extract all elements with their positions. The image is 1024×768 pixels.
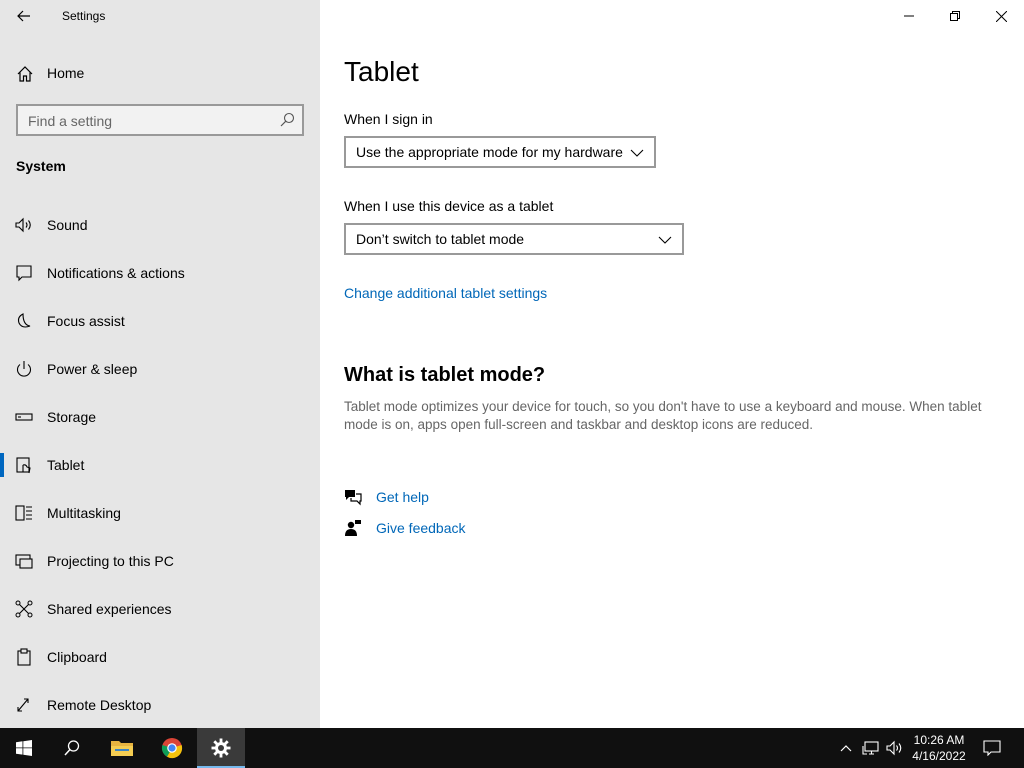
sidebar-item-remote-desktop[interactable]: Remote Desktop bbox=[0, 681, 320, 729]
sidebar-item-label: Remote Desktop bbox=[47, 697, 152, 713]
feedback-icon bbox=[345, 520, 361, 536]
speaker-icon bbox=[15, 217, 31, 233]
gear-icon bbox=[211, 738, 231, 758]
search-icon bbox=[280, 112, 295, 127]
action-center-button[interactable] bbox=[978, 728, 1006, 768]
sidebar-item-storage[interactable]: Storage bbox=[0, 393, 320, 441]
page-title: Tablet bbox=[344, 56, 419, 87]
dropdown-value: Use the appropriate mode for my hardware bbox=[356, 144, 623, 160]
search-icon bbox=[64, 740, 80, 756]
clock-time: 10:26 AM bbox=[913, 733, 965, 747]
sidebar-item-power-sleep[interactable]: Power & sleep bbox=[0, 345, 320, 393]
sign-in-label: When I sign in bbox=[344, 111, 433, 127]
start-button[interactable] bbox=[0, 728, 48, 768]
main-content: Tablet When I sign in Use the appropriat… bbox=[320, 0, 1024, 728]
chevron-up-icon bbox=[840, 745, 852, 752]
sidebar-item-sound[interactable]: Sound bbox=[0, 201, 320, 249]
sign-in-dropdown[interactable]: Use the appropriate mode for my hardware bbox=[344, 136, 656, 168]
restore-icon bbox=[950, 11, 960, 21]
sidebar-item-label: Power & sleep bbox=[47, 361, 138, 377]
give-feedback-label: Give feedback bbox=[376, 520, 466, 536]
file-explorer-button[interactable] bbox=[98, 728, 146, 768]
sidebar-nav: Sound Notifications & actions Focus assi… bbox=[0, 201, 320, 729]
clock[interactable]: 10:26 AM 4/16/2022 bbox=[900, 732, 978, 764]
network-button[interactable] bbox=[860, 728, 882, 768]
app-title: Settings bbox=[62, 9, 106, 23]
multitasking-icon bbox=[15, 505, 32, 521]
taskbar: 10:26 AM 4/16/2022 bbox=[0, 728, 1024, 768]
show-hidden-icons-button[interactable] bbox=[836, 728, 856, 768]
shared-experiences-icon bbox=[15, 600, 33, 618]
window-controls bbox=[886, 0, 1024, 32]
search-placeholder: Find a setting bbox=[28, 113, 113, 129]
chevron-down-icon bbox=[658, 236, 672, 244]
sidebar-item-label: Notifications & actions bbox=[47, 265, 185, 281]
windows-logo-icon bbox=[16, 740, 32, 756]
give-feedback-link[interactable]: Give feedback bbox=[344, 517, 544, 541]
get-help-label: Get help bbox=[376, 489, 429, 505]
close-icon bbox=[995, 10, 1007, 22]
notification-icon bbox=[16, 265, 32, 282]
dropdown-value: Don’t switch to tablet mode bbox=[356, 231, 525, 247]
home-icon bbox=[17, 66, 33, 82]
tablet-use-dropdown[interactable]: Don’t switch to tablet mode bbox=[344, 223, 684, 255]
sidebar-item-shared-experiences[interactable]: Shared experiences bbox=[0, 585, 320, 633]
settings-taskbar-button[interactable] bbox=[197, 728, 245, 768]
sidebar-item-label: Storage bbox=[47, 409, 97, 425]
network-icon bbox=[862, 741, 879, 755]
sidebar: Settings Home Find a setting System Soun… bbox=[0, 0, 320, 728]
sidebar-item-home[interactable]: Home bbox=[0, 56, 320, 90]
get-help-link[interactable]: Get help bbox=[344, 486, 544, 510]
search-taskbar-button[interactable] bbox=[48, 728, 96, 768]
chrome-icon bbox=[161, 738, 183, 759]
sidebar-item-label: Tablet bbox=[47, 457, 85, 473]
search-input[interactable]: Find a setting bbox=[16, 104, 304, 136]
sidebar-item-label: Sound bbox=[47, 217, 88, 233]
title-bar: Settings bbox=[0, 0, 320, 32]
sidebar-item-label: Multitasking bbox=[47, 505, 121, 521]
remote-desktop-icon bbox=[17, 698, 29, 712]
sidebar-item-label: Focus assist bbox=[47, 313, 125, 329]
sidebar-item-tablet[interactable]: Tablet bbox=[0, 441, 320, 489]
sidebar-item-projecting[interactable]: Projecting to this PC bbox=[0, 537, 320, 585]
tablet-use-label: When I use this device as a tablet bbox=[344, 198, 554, 214]
section-title: System bbox=[16, 158, 66, 174]
clock-date: 4/16/2022 bbox=[912, 749, 966, 763]
storage-icon bbox=[15, 413, 33, 421]
clipboard-icon bbox=[17, 648, 31, 666]
folder-icon bbox=[111, 741, 133, 756]
sidebar-item-focus-assist[interactable]: Focus assist bbox=[0, 297, 320, 345]
moon-icon bbox=[17, 313, 31, 328]
minimize-icon bbox=[904, 15, 914, 17]
help-chat-icon bbox=[345, 490, 362, 506]
chevron-down-icon bbox=[630, 149, 644, 157]
sidebar-item-clipboard[interactable]: Clipboard bbox=[0, 633, 320, 681]
sidebar-item-label: Clipboard bbox=[47, 649, 107, 665]
sidebar-item-multitasking[interactable]: Multitasking bbox=[0, 489, 320, 537]
sidebar-item-label: Shared experiences bbox=[47, 601, 172, 617]
back-arrow-icon bbox=[17, 10, 30, 22]
power-icon bbox=[16, 361, 32, 377]
back-button[interactable] bbox=[10, 4, 38, 28]
close-button[interactable] bbox=[978, 0, 1024, 32]
sidebar-item-label: Projecting to this PC bbox=[47, 553, 174, 569]
notification-icon bbox=[983, 740, 1001, 756]
additional-tablet-settings-link[interactable]: Change additional tablet settings bbox=[344, 285, 547, 301]
what-is-description: Tablet mode optimizes your device for to… bbox=[344, 399, 982, 432]
what-is-heading: What is tablet mode? bbox=[344, 364, 546, 386]
chrome-button[interactable] bbox=[148, 728, 196, 768]
minimize-button[interactable] bbox=[886, 0, 932, 32]
restore-button[interactable] bbox=[932, 0, 978, 32]
sidebar-item-label: Home bbox=[47, 65, 85, 81]
tablet-icon bbox=[16, 457, 31, 474]
sidebar-item-notifications[interactable]: Notifications & actions bbox=[0, 249, 320, 297]
projecting-icon bbox=[15, 554, 33, 569]
